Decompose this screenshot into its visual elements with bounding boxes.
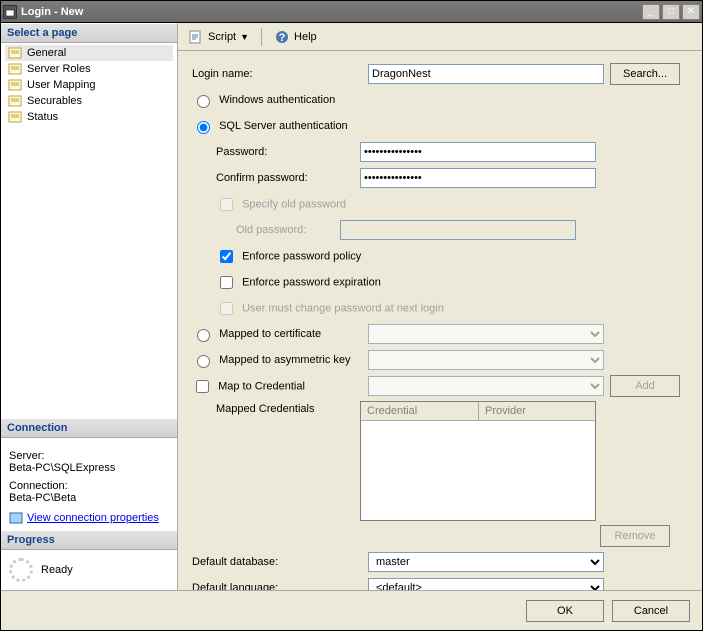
page-icon	[7, 110, 23, 124]
default-language-select[interactable]: <default>	[368, 578, 604, 590]
sidebar-item-status[interactable]: Status	[5, 109, 173, 125]
sidebar-item-label: Status	[27, 111, 58, 123]
script-icon	[188, 29, 204, 45]
dialog-footer: OK Cancel	[1, 590, 702, 630]
close-button[interactable]: ✕	[682, 4, 700, 20]
enforce-policy-label: Enforce password policy	[242, 250, 361, 262]
provider-column-header: Provider	[479, 402, 595, 420]
sidebar-item-label: User Mapping	[27, 79, 95, 91]
progress-spinner-icon	[9, 558, 33, 582]
page-icon	[7, 62, 23, 76]
password-input[interactable]	[360, 142, 596, 162]
add-button: Add	[610, 375, 680, 397]
certificate-select	[368, 324, 604, 344]
sql-auth-radio[interactable]	[197, 121, 210, 134]
sidebar-item-label: General	[27, 47, 66, 59]
connection-label: Connection:	[9, 480, 169, 492]
view-connection-properties-link[interactable]: View connection properties	[27, 512, 159, 524]
maximize-button[interactable]: □	[662, 4, 680, 20]
map-credential-checkbox[interactable]	[196, 380, 209, 393]
confirm-password-input[interactable]	[360, 168, 596, 188]
enforce-expiration-label: Enforce password expiration	[242, 276, 381, 288]
default-database-select[interactable]: master	[368, 552, 604, 572]
connection-header: Connection	[1, 418, 177, 438]
connection-value: Beta-PC\Beta	[9, 492, 169, 504]
map-credential-label: Map to Credential	[218, 380, 305, 392]
sql-auth-label: SQL Server authentication	[219, 120, 348, 132]
help-icon: ?	[274, 29, 290, 45]
sidebar: Select a page General Server Roles User …	[1, 23, 178, 590]
enforce-expiration-checkbox[interactable]	[220, 276, 233, 289]
properties-icon	[9, 512, 23, 524]
svg-text:?: ?	[279, 32, 286, 44]
window-icon	[3, 5, 17, 19]
mapped-certificate-radio[interactable]	[197, 329, 210, 342]
page-icon	[7, 78, 23, 92]
sidebar-item-general[interactable]: General	[5, 45, 173, 61]
enforce-policy-checkbox[interactable]	[220, 250, 233, 263]
must-change-password-checkbox	[220, 302, 233, 315]
mapped-certificate-label: Mapped to certificate	[219, 328, 321, 340]
form-area: Login name: Search... Windows authentica…	[178, 51, 702, 590]
toolbar: Script ▼ ? Help	[178, 23, 702, 51]
server-value: Beta-PC\SQLExpress	[9, 462, 169, 474]
mapped-credentials-label: Mapped Credentials	[188, 401, 360, 415]
confirm-password-label: Confirm password:	[188, 172, 360, 184]
login-name-input[interactable]	[368, 64, 604, 84]
password-label: Password:	[188, 146, 360, 158]
login-name-label: Login name:	[188, 68, 368, 80]
credential-select	[368, 376, 604, 396]
sidebar-item-label: Securables	[27, 95, 82, 107]
windows-auth-label: Windows authentication	[219, 94, 335, 106]
sidebar-item-user-mapping[interactable]: User Mapping	[5, 77, 173, 93]
remove-button: Remove	[600, 525, 670, 547]
script-button[interactable]: Script ▼	[184, 27, 253, 47]
specify-old-password-label: Specify old password	[242, 198, 346, 210]
script-label: Script	[208, 31, 236, 43]
toolbar-separator	[261, 28, 262, 46]
search-button[interactable]: Search...	[610, 63, 680, 85]
window-title: Login - New	[21, 6, 642, 18]
help-label: Help	[294, 31, 317, 43]
windows-auth-radio[interactable]	[197, 95, 210, 108]
connection-panel: Server: Beta-PC\SQLExpress Connection: B…	[1, 438, 177, 530]
cancel-button[interactable]: Cancel	[612, 600, 690, 622]
default-language-label: Default language:	[188, 582, 368, 590]
page-icon	[7, 46, 23, 60]
default-database-label: Default database:	[188, 556, 368, 568]
chevron-down-icon: ▼	[240, 32, 249, 42]
asymmetric-key-select	[368, 350, 604, 370]
window-titlebar: Login - New _ □ ✕	[1, 1, 702, 23]
page-icon	[7, 94, 23, 108]
progress-panel: Ready	[1, 550, 177, 590]
sidebar-item-server-roles[interactable]: Server Roles	[5, 61, 173, 77]
ok-button[interactable]: OK	[526, 600, 604, 622]
mapped-credentials-table: Credential Provider	[360, 401, 596, 521]
progress-status: Ready	[41, 564, 73, 576]
progress-header: Progress	[1, 530, 177, 550]
old-password-input	[340, 220, 576, 240]
help-button[interactable]: ? Help	[270, 27, 321, 47]
old-password-label: Old password:	[188, 224, 340, 236]
server-label: Server:	[9, 450, 169, 462]
select-page-header: Select a page	[1, 23, 177, 43]
mapped-asymmetric-radio[interactable]	[197, 355, 210, 368]
specify-old-password-checkbox	[220, 198, 233, 211]
minimize-button[interactable]: _	[642, 4, 660, 20]
mapped-asymmetric-label: Mapped to asymmetric key	[219, 354, 350, 366]
sidebar-item-securables[interactable]: Securables	[5, 93, 173, 109]
sidebar-item-label: Server Roles	[27, 63, 91, 75]
credential-column-header: Credential	[361, 402, 479, 420]
must-change-password-label: User must change password at next login	[242, 302, 444, 314]
